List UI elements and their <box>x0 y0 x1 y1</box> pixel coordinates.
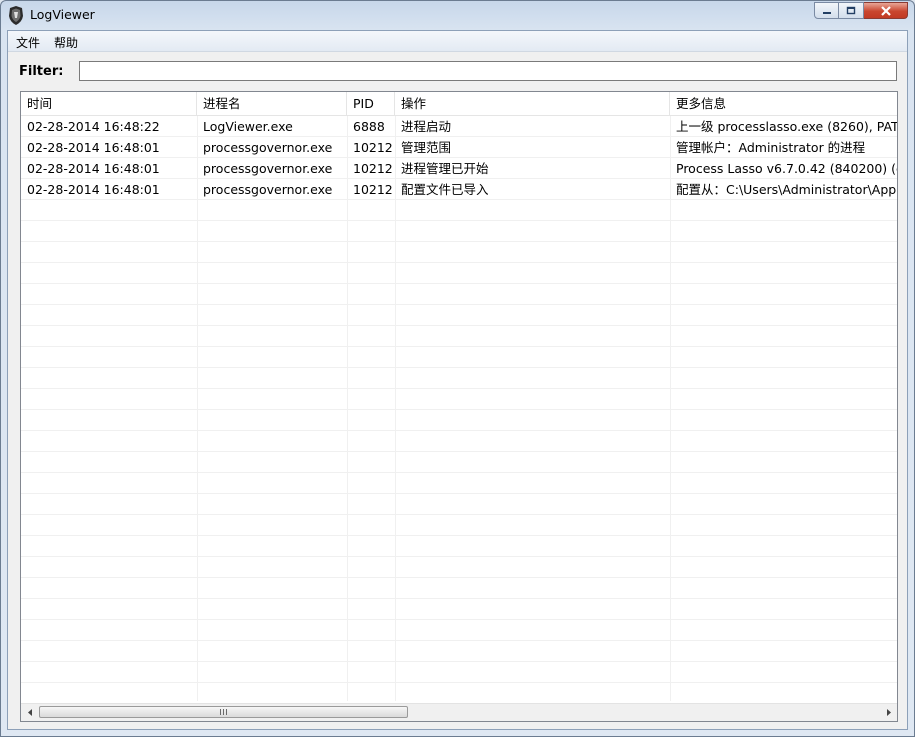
app-logo-icon <box>9 6 23 25</box>
table-cell: 02-28-2014 16:48:01 <box>27 140 160 155</box>
minimize-icon <box>822 11 831 14</box>
caption-buttons <box>814 2 908 20</box>
menu-bar: 文件 帮助 <box>8 31 907 52</box>
menu-file[interactable]: 文件 <box>16 34 40 51</box>
table-cell: 进程启动 <box>401 119 452 134</box>
scroll-left-button[interactable] <box>21 704 38 721</box>
grid-line <box>21 262 897 263</box>
table-header: 时间 进程名 PID 操作 更多信息 <box>21 92 897 116</box>
scroll-right-button[interactable] <box>880 704 897 721</box>
grid-line <box>21 346 897 347</box>
grid-line <box>21 451 897 452</box>
menu-help[interactable]: 帮助 <box>54 34 78 51</box>
grid-line <box>21 598 897 599</box>
grid-line <box>21 619 897 620</box>
grid-line <box>21 514 897 515</box>
window-title: LogViewer <box>30 7 95 22</box>
grid-line <box>21 640 897 641</box>
grid-line <box>21 220 897 221</box>
grid-line <box>21 535 897 536</box>
horizontal-scrollbar[interactable] <box>21 703 897 721</box>
grid-line <box>21 556 897 557</box>
table-cell: 配置从：C:\Users\Administrator\AppDa <box>676 182 897 197</box>
client-area: 文件 帮助 Filter: 时间 进程名 PID 操作 更多信息 02-28-2… <box>7 30 908 730</box>
table-cell: 管理范围 <box>401 140 452 155</box>
table-cell: 进程管理已开始 <box>401 161 489 176</box>
grid-line <box>21 304 897 305</box>
table-cell: processgovernor.exe <box>203 182 333 197</box>
arrow-right-icon <box>886 709 891 716</box>
filter-label: Filter: <box>19 64 64 79</box>
table-cell: 6888 <box>353 119 385 134</box>
table-cell: 10212 <box>353 161 393 176</box>
column-header-pid[interactable]: PID <box>347 92 395 115</box>
table-cell: 02-28-2014 16:48:01 <box>27 182 160 197</box>
table-body: 02-28-2014 16:48:22 LogViewer.exe 6888 进程启动… <box>21 116 897 701</box>
table-cell: LogViewer.exe <box>203 119 293 134</box>
grid-line <box>21 661 897 662</box>
grip-icon <box>220 709 227 715</box>
table-cell: 上一级 processlasso.exe (8260), PATH: <box>676 119 897 134</box>
main-window: LogViewer 文件 帮助 Filter: 时间 进程名 PID 操作 更多… <box>0 0 915 737</box>
grid-line <box>21 409 897 410</box>
table-row[interactable]: 02-28-2014 16:48:01 processgovernor.exe 10… <box>21 158 897 179</box>
column-header-process[interactable]: 进程名 <box>197 92 347 115</box>
table-row[interactable]: 02-28-2014 16:48:01 processgovernor.exe 10… <box>21 137 897 158</box>
table-cell: 02-28-2014 16:48:01 <box>27 161 160 176</box>
title-bar[interactable]: LogViewer <box>1 1 914 30</box>
grid-line <box>21 241 897 242</box>
maximize-button[interactable] <box>839 2 864 19</box>
table-cell: 配置文件已导入 <box>401 182 489 197</box>
table-row[interactable]: 02-28-2014 16:48:01 processgovernor.exe 10… <box>21 179 897 200</box>
grid-line <box>21 388 897 389</box>
grid-line <box>21 493 897 494</box>
close-button[interactable] <box>864 2 908 19</box>
minimize-button[interactable] <box>814 2 839 19</box>
close-icon <box>880 5 891 16</box>
grid-line <box>21 283 897 284</box>
table-cell: 02-28-2014 16:48:22 <box>27 119 160 134</box>
filter-input[interactable] <box>79 61 897 81</box>
table-row[interactable]: 02-28-2014 16:48:22 LogViewer.exe 6888 进程启动… <box>21 116 897 137</box>
table-cell: Process Lasso v6.7.0.42 (840200) (c)20 <box>676 161 897 176</box>
scrollbar-thumb[interactable] <box>39 706 408 718</box>
table-cell: 10212 <box>353 140 393 155</box>
log-table[interactable]: 时间 进程名 PID 操作 更多信息 02-28-2014 16:48:22 Lo… <box>20 91 898 722</box>
grid-line <box>21 682 897 683</box>
table-cell: processgovernor.exe <box>203 140 333 155</box>
table-cell: 管理帐户：Administrator 的进程 <box>676 140 866 155</box>
table-cell: 10212 <box>353 182 393 197</box>
column-header-time[interactable]: 时间 <box>21 92 197 115</box>
grid-line <box>21 367 897 368</box>
grid-line <box>21 325 897 326</box>
column-header-details[interactable]: 更多信息 <box>670 92 897 115</box>
grid-line <box>21 472 897 473</box>
arrow-left-icon <box>27 709 32 716</box>
maximize-icon <box>846 6 856 15</box>
grid-line <box>21 430 897 431</box>
grid-line <box>21 577 897 578</box>
table-cell: processgovernor.exe <box>203 161 333 176</box>
column-header-action[interactable]: 操作 <box>395 92 670 115</box>
